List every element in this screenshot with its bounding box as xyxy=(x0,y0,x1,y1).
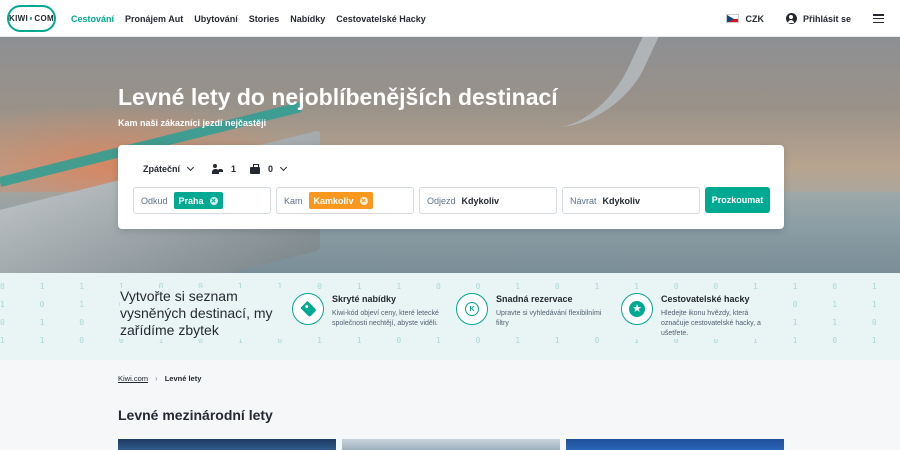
feature-text: Upravte si vyhledávání flexibilními filt… xyxy=(496,310,602,327)
czech-flag-icon xyxy=(726,14,740,23)
destination-tile-image[interactable] xyxy=(566,439,784,450)
passengers-select[interactable]: 1 xyxy=(212,164,236,174)
nav-link-pronajem-aut[interactable]: Pronájem Aut xyxy=(125,14,183,24)
feature-title: Skryté nabídky xyxy=(332,294,397,304)
top-navigation: KIWI COM Cestování Pronájem Aut Ubytování… xyxy=(0,0,900,37)
hamburger-menu-icon[interactable] xyxy=(873,14,884,23)
feature-text: Kiwi-kód objeví ceny, které letecké spol… xyxy=(332,310,439,327)
return-label: Návrat xyxy=(570,195,597,206)
login-label: Přihlásit se xyxy=(802,13,851,24)
logo-dot-icon xyxy=(29,17,33,20)
feature-title: Cestovatelské hacky xyxy=(661,294,750,304)
bags-select[interactable]: 0 xyxy=(250,163,288,174)
nav-links: Cestování Pronájem Aut Ubytování Stories… xyxy=(71,0,437,37)
breadcrumb-current: Levné lety xyxy=(164,374,202,383)
trip-type-select[interactable]: Zpáteční xyxy=(143,163,195,174)
nav-link-cestovatelske-hacky[interactable]: Cestovatelské Hacky xyxy=(336,14,426,24)
login-button[interactable]: Přihlásit se xyxy=(785,13,851,24)
features-strip: 0 1 1 1 0 0 1 1 0 1 1 0 0 1 0 1 1 0 0 1 … xyxy=(0,273,900,360)
currency-label: CZK xyxy=(745,13,764,24)
bag-icon xyxy=(250,164,260,174)
star-icon: ★ xyxy=(629,301,645,317)
kiwi-logo[interactable]: KIWI COM xyxy=(7,5,56,32)
feature-icon-circle xyxy=(292,293,324,325)
explore-button[interactable]: Prozkoumat xyxy=(705,187,770,213)
bags-count: 0 xyxy=(268,164,274,174)
feature-title: Snadná rezervace xyxy=(496,294,573,304)
nav-link-stories[interactable]: Stories xyxy=(249,14,280,24)
feature-icon-circle: ★ xyxy=(621,293,653,325)
nav-link-nabidky[interactable]: Nabídky xyxy=(290,14,325,24)
user-icon xyxy=(785,13,797,24)
nav-link-ubytovani[interactable]: Ubytování xyxy=(194,14,238,24)
feature-icon-circle: K xyxy=(456,293,488,325)
feature-easy-booking: K Snadná rezervace Upravte si vyhledáván… xyxy=(456,293,606,329)
kiwi-coin-icon: K xyxy=(465,302,479,316)
destination-tile-image[interactable] xyxy=(118,439,336,450)
search-fields: Odkud Praha Kam Kamkoliv Odjezd Kdykoliv… xyxy=(133,187,770,214)
airplane-winglet-image xyxy=(496,37,664,127)
to-chip[interactable]: Kamkoliv xyxy=(308,192,373,209)
to-chip-label: Kamkoliv xyxy=(313,195,354,206)
remove-chip-icon[interactable] xyxy=(209,196,218,205)
from-label: Odkud xyxy=(141,195,168,206)
currency-selector[interactable]: CZK xyxy=(726,14,764,24)
to-field[interactable]: Kam Kamkoliv xyxy=(276,187,414,214)
from-field[interactable]: Odkud Praha xyxy=(133,187,271,214)
tag-icon xyxy=(299,300,317,318)
passengers-icon xyxy=(212,164,224,174)
remove-chip-icon[interactable] xyxy=(359,196,368,205)
search-form: Zpáteční 1 0 Odkud Praha Kam Kamkoliv Od… xyxy=(118,145,784,229)
destination-tile-image[interactable] xyxy=(342,439,560,450)
chevron-down-icon xyxy=(186,163,195,172)
depart-field[interactable]: Odjezd Kdykoliv xyxy=(419,187,557,214)
nav-right: CZK Přihlásit se xyxy=(726,0,884,37)
breadcrumb-home-link[interactable]: Kiwi.com xyxy=(118,374,148,383)
feature-text: Hledejte ikonu hvězdy, která označuje ce… xyxy=(661,310,761,337)
hero-subtitle: Kam naši zákazníci jezdí nejčastěji xyxy=(118,118,267,128)
destination-tiles xyxy=(118,439,784,450)
feature-hidden-deals: Skryté nabídky Kiwi-kód objeví ceny, kte… xyxy=(292,293,442,329)
return-field[interactable]: Návrat Kdykoliv xyxy=(562,187,700,214)
from-chip[interactable]: Praha xyxy=(173,192,223,209)
depart-value: Kdykoliv xyxy=(461,195,500,206)
chevron-right-icon: › xyxy=(155,374,158,383)
from-chip-label: Praha xyxy=(178,195,204,206)
chevron-down-icon xyxy=(279,163,288,172)
trip-type-label: Zpáteční xyxy=(143,164,181,174)
section-title: Levné mezinárodní lety xyxy=(118,407,273,423)
feature-travel-hacks: ★ Cestovatelské hacky Hledejte ikonu hvě… xyxy=(621,293,771,339)
depart-label: Odjezd xyxy=(427,195,456,206)
features-heading: Vytvořte si seznam vysněných destinací, … xyxy=(120,288,290,339)
to-label: Kam xyxy=(284,195,303,206)
nav-link-cestovani[interactable]: Cestování xyxy=(71,14,114,24)
hero-title: Levné lety do nejoblíbenějších destinací xyxy=(118,84,558,110)
breadcrumb: Kiwi.com › Levné lety xyxy=(118,374,201,383)
passengers-count: 1 xyxy=(231,164,237,174)
return-value: Kdykoliv xyxy=(602,195,641,206)
